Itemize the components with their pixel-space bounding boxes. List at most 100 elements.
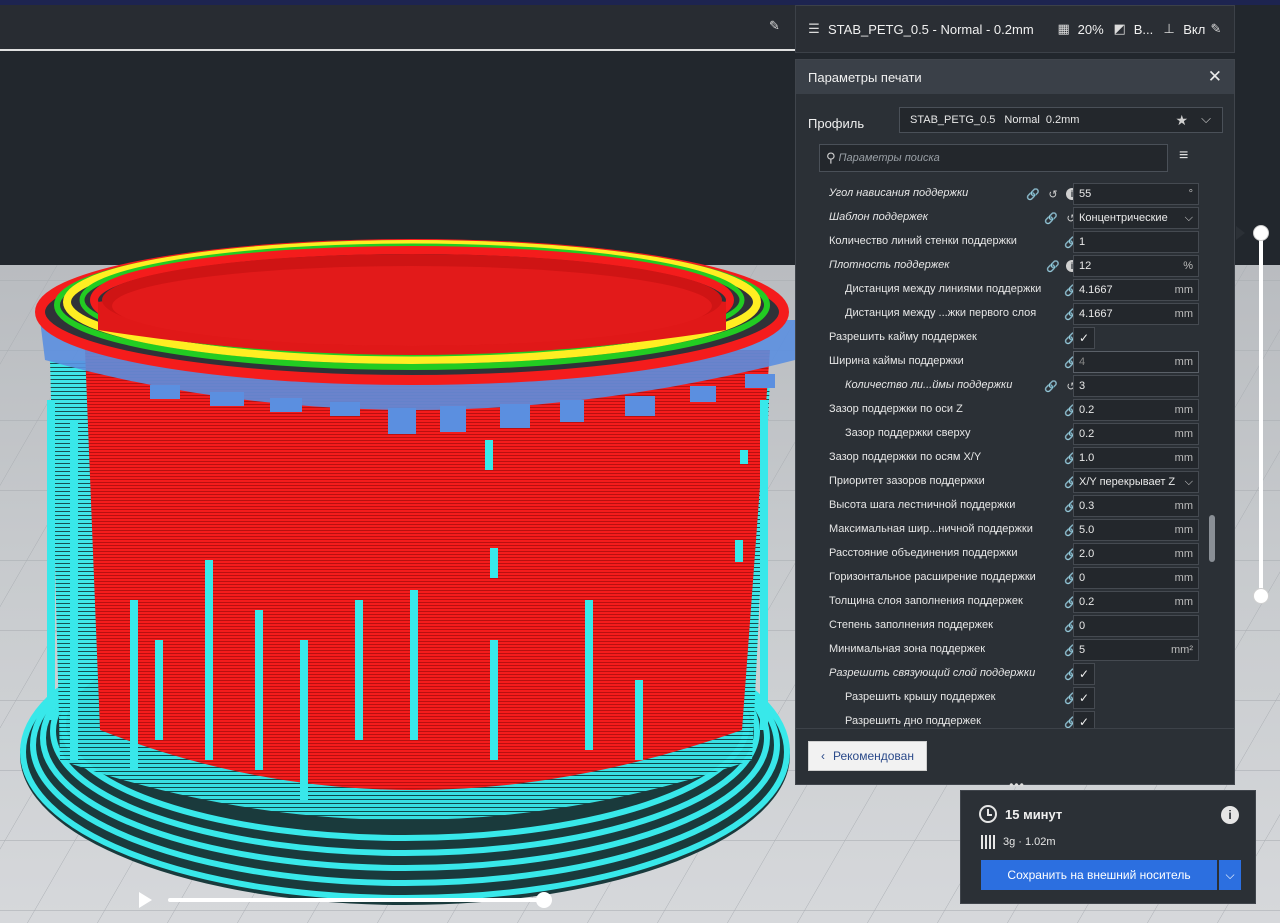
setting-row: Дистанция между линиями поддержки 🔗 4.1667… — [796, 278, 1206, 302]
play-icon[interactable] — [139, 892, 152, 908]
link-icon[interactable]: 🔗 — [1044, 211, 1058, 225]
setting-row: Приоритет зазоров поддержки 🔗 X/Y перекрыв… — [796, 470, 1206, 494]
recommended-button[interactable]: ‹ Рекомендован — [808, 741, 927, 771]
setting-checkbox[interactable]: ✓ — [1073, 687, 1095, 709]
settings-scrollbar[interactable] — [1209, 515, 1215, 562]
setting-row: Разрешить кайму поддержек 🔗 ✓ — [796, 326, 1206, 350]
setting-value: 4.1667 — [1079, 308, 1113, 320]
setting-row: Разрешить связующий слой поддержки 🔗 ✓ — [796, 662, 1206, 686]
layer-slider-top-handle[interactable] — [1253, 225, 1269, 241]
setting-unit: mm² — [1171, 644, 1193, 656]
reset-icon[interactable]: ↺ — [1046, 187, 1060, 201]
setting-label: Толщина слоя заполнения поддержек — [829, 595, 1023, 607]
edit-icon[interactable]: ✎ — [1208, 21, 1224, 37]
setting-unit: mm — [1174, 500, 1193, 512]
recommended-label: Рекомендован — [833, 749, 914, 763]
setting-unit: mm — [1174, 404, 1193, 416]
panel-footer: ‹ Рекомендован — [796, 728, 1234, 784]
setting-value: X/Y перекрывает Z — [1079, 476, 1176, 488]
adhesion-icon: ⊥ — [1163, 21, 1175, 36]
setting-unit: % — [1183, 260, 1193, 272]
setting-input[interactable]: 1 — [1073, 231, 1199, 253]
link-icon[interactable]: 🔗 — [1026, 187, 1040, 201]
setting-unit: mm — [1174, 524, 1193, 536]
setting-row: Ширина каймы поддержки 🔗 4 mm — [796, 350, 1206, 374]
print-settings-summary[interactable]: ☰ STAB_PETG_0.5 - Normal - 0.2mm ▦ 20% ◩… — [795, 5, 1235, 53]
setting-value: 0.2 — [1079, 404, 1095, 416]
clock-icon — [979, 805, 997, 823]
save-options-dropdown[interactable]: ⌵ — [1219, 860, 1241, 890]
setting-input[interactable]: 2.0 mm — [1073, 543, 1199, 565]
setting-row: Количество линий стенки поддержки 🔗 1 — [796, 230, 1206, 254]
setting-input[interactable]: 5 mm² — [1073, 639, 1199, 661]
setting-input[interactable]: 5.0 mm — [1073, 519, 1199, 541]
setting-unit: mm — [1174, 356, 1193, 368]
info-icon[interactable]: i — [1221, 806, 1239, 824]
close-icon[interactable]: ✕ — [1208, 67, 1222, 87]
support-value: В... — [1133, 21, 1154, 37]
save-to-removable-button[interactable]: Сохранить на внешний носитель — [981, 860, 1217, 890]
setting-input[interactable]: 4.1667 mm — [1073, 303, 1199, 325]
setting-label: Шаблон поддержек — [829, 211, 928, 223]
simulation-slider[interactable] — [168, 898, 544, 902]
link-icon[interactable]: 🔗 — [1044, 379, 1058, 393]
print-time-row: 15 минут — [979, 805, 1062, 823]
setting-label: Разрешить крышу поддержек — [845, 691, 996, 703]
setting-input[interactable]: 4 mm — [1073, 351, 1199, 373]
print-time: 15 минут — [1005, 806, 1063, 822]
chevron-down-icon[interactable]: ⌵ — [1201, 111, 1211, 127]
menu-icon[interactable]: ≡ — [1179, 148, 1195, 164]
setting-label: Разрешить кайму поддержек — [829, 331, 977, 343]
setting-select[interactable]: Концентрические ⌵ — [1073, 207, 1199, 229]
setting-value: 2.0 — [1079, 548, 1095, 560]
chevron-down-icon: ⌵ — [1184, 475, 1193, 488]
link-icon[interactable]: 🔗 — [1046, 259, 1060, 273]
setting-input[interactable]: 0.2 mm — [1073, 423, 1199, 445]
setting-input[interactable]: 55 ° — [1073, 183, 1199, 205]
setting-row: Расстояние объединения поддержки 🔗 2.0 mm — [796, 542, 1206, 566]
setting-value: 0.2 — [1079, 428, 1095, 440]
search-box[interactable]: ⚲ — [819, 144, 1168, 172]
layer-slider-bottom-handle[interactable] — [1253, 588, 1269, 604]
profile-select[interactable]: STAB_PETG_0.5 Normal 0.2mm ★ ⌵ — [899, 107, 1223, 133]
setting-unit: mm — [1174, 428, 1193, 440]
setting-input[interactable]: 3 — [1073, 375, 1199, 397]
setting-input[interactable]: 1.0 mm — [1073, 447, 1199, 469]
setting-label: Дистанция между линиями поддержки — [845, 283, 1042, 295]
setting-input[interactable]: 4.1667 mm — [1073, 279, 1199, 301]
setting-input[interactable]: 0.2 mm — [1073, 399, 1199, 421]
star-icon[interactable]: ★ — [1175, 112, 1188, 129]
setting-input[interactable]: 0.3 mm — [1073, 495, 1199, 517]
setting-value: 0 — [1079, 572, 1086, 584]
setting-input[interactable]: 0 mm — [1073, 567, 1199, 589]
setting-label: Зазор поддержки сверху — [845, 427, 971, 439]
setting-row: Минимальная зона поддержек 🔗 5 mm² — [796, 638, 1206, 662]
simulation-slider-handle[interactable] — [536, 892, 552, 908]
setting-label: Высота шага лестничной поддержки — [829, 499, 1016, 511]
drag-handle-icon[interactable]: ••• — [1009, 779, 1025, 791]
setting-value: 0.3 — [1079, 500, 1095, 512]
chevron-left-icon: ‹ — [821, 749, 825, 763]
setting-checkbox[interactable]: ✓ — [1073, 327, 1095, 349]
settings-list[interactable]: Угол нависания поддержки 🔗 ↺ i 55 ° Шаблон под… — [796, 182, 1236, 730]
setting-row: Угол нависания поддержки 🔗 ↺ i 55 ° — [796, 182, 1206, 206]
infill-value: 20% — [1077, 21, 1104, 37]
setting-unit: ° — [1188, 188, 1193, 200]
setting-select[interactable]: X/Y перекрывает Z ⌵ — [1073, 471, 1199, 493]
setting-input[interactable]: 12% — [1073, 255, 1199, 277]
profile-select-layer: 0.2mm — [1045, 114, 1080, 126]
setting-value: 0 — [1079, 620, 1086, 632]
setting-checkbox[interactable]: ✓ — [1073, 663, 1095, 685]
setting-input[interactable]: 0 — [1073, 615, 1199, 637]
edit-icon[interactable]: ✎ — [769, 19, 783, 33]
support-icon: ◩ — [1113, 21, 1126, 36]
layer-slider[interactable] — [1259, 234, 1263, 596]
material-row: 3g · 1.02m — [981, 835, 1056, 849]
search-input[interactable] — [838, 152, 1139, 164]
setting-label: Количество ли...ймы поддержки — [845, 379, 1013, 391]
setting-value: 3 — [1079, 380, 1086, 392]
setting-row: Разрешить дно поддержек 🔗 ✓ — [796, 710, 1206, 730]
setting-label: Приоритет зазоров поддержки — [829, 475, 985, 487]
setting-label: Количество линий стенки поддержки — [829, 235, 1017, 247]
setting-input[interactable]: 0.2 mm — [1073, 591, 1199, 613]
